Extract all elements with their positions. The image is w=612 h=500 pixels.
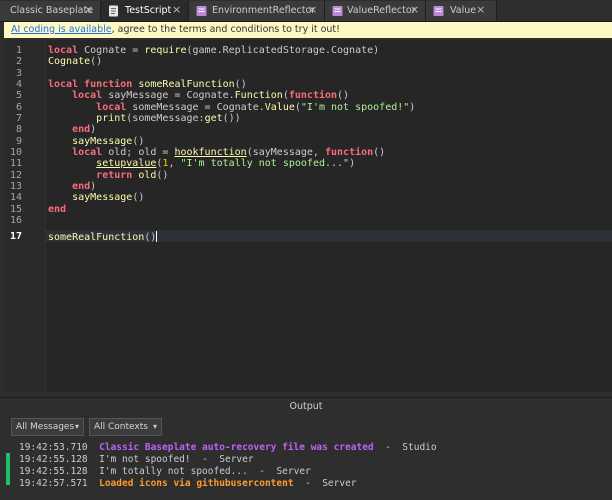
line-number-gutter: 1 2 3 4 5 6 7 8 9 10 11 12 13 14 15 16 1… xyxy=(4,40,46,392)
code-line: local sayMessage = Cognate.Function(func… xyxy=(72,90,350,101)
output-log[interactable]: 19:42:53.710 Classic Baseplate auto-reco… xyxy=(0,439,612,500)
log-entry[interactable]: 19:42:55.128 I'm totally not spoofed... … xyxy=(19,466,311,477)
line-number: 5 xyxy=(15,90,22,101)
tab-label: ValueReflector xyxy=(347,5,416,16)
log-entry[interactable]: 19:42:57.571 Loaded icons via githubuser… xyxy=(19,478,357,489)
tab-bar: Classic Baseplate × TestScript × Environ… xyxy=(0,0,612,22)
log-entry[interactable]: 19:42:53.710 Classic Baseplate auto-reco… xyxy=(19,442,437,453)
text-caret xyxy=(156,231,158,242)
code-line: end xyxy=(48,204,67,215)
code-line: print(someMessage:get()) xyxy=(96,113,241,124)
output-filter-bar: All Messages ▾ All Contexts ▾ xyxy=(0,416,612,438)
script-icon xyxy=(109,5,118,17)
code-line: return old() xyxy=(96,170,169,181)
line-number: 13 xyxy=(9,181,22,192)
close-icon[interactable]: × xyxy=(410,3,419,16)
tab-valuereflector[interactable]: ValueReflector × xyxy=(325,1,426,21)
close-icon[interactable]: × xyxy=(172,3,181,16)
line-number: 2 xyxy=(15,56,22,67)
tab-label: TestScript xyxy=(125,5,172,16)
code-line: local Cognate = require(game.ReplicatedS… xyxy=(48,45,380,56)
code-line: Cognate() xyxy=(48,56,103,67)
code-line: local someMessage = Cognate.Value("I'm n… xyxy=(96,102,416,113)
module-script-icon xyxy=(196,6,207,16)
log-entry[interactable]: 19:42:55.128 I'm not spoofed! - Server xyxy=(19,454,254,465)
code-line: end) xyxy=(72,181,97,192)
line-number: 1 xyxy=(15,45,22,56)
line-number: 6 xyxy=(15,102,22,113)
tab-label: Value xyxy=(450,5,477,16)
output-title: Output xyxy=(289,401,323,412)
tab-environmentreflector[interactable]: EnvironmentReflector × xyxy=(189,1,325,21)
tab-value[interactable]: Value × xyxy=(426,1,497,21)
code-line: sayMessage() xyxy=(72,136,145,147)
server-context-bar xyxy=(6,453,10,485)
module-script-icon xyxy=(433,6,444,16)
line-number: 16 xyxy=(9,215,22,226)
tab-classic-baseplate[interactable]: Classic Baseplate × xyxy=(0,1,101,21)
context-filter-label: All Contexts xyxy=(94,422,148,432)
context-filter-dropdown[interactable]: All Contexts ▾ xyxy=(89,418,162,436)
line-number: 15 xyxy=(9,204,22,215)
close-icon[interactable]: × xyxy=(308,3,317,16)
output-panel-header: Output xyxy=(0,397,612,417)
code-line: sayMessage() xyxy=(72,192,145,203)
banner-text: AI coding is available, agree to the ter… xyxy=(11,24,340,35)
code-line: local old; old = hookfunction(sayMessage… xyxy=(72,147,386,158)
line-number: 10 xyxy=(9,147,22,158)
line-number-current: 17 xyxy=(9,231,22,242)
code-line: someRealFunction() xyxy=(48,231,158,243)
ai-coding-link[interactable]: AI coding is available xyxy=(11,24,112,35)
code-line: end) xyxy=(72,124,97,135)
module-script-icon xyxy=(332,6,343,16)
line-number: 4 xyxy=(15,79,22,90)
tab-label: EnvironmentReflector xyxy=(212,5,316,16)
banner-rest-text: , agree to the terms and conditions to t… xyxy=(111,24,340,35)
script-editor[interactable]: 1 2 3 4 5 6 7 8 9 10 11 12 13 14 15 16 1… xyxy=(4,40,612,392)
code-line: local function someRealFunction() xyxy=(48,79,247,90)
line-number: 9 xyxy=(15,136,22,147)
chevron-down-icon: ▾ xyxy=(74,422,79,431)
code-line: setupvalue(1, "I'm totally not spoofed..… xyxy=(96,158,356,169)
close-icon[interactable]: × xyxy=(476,3,485,16)
tab-label: Classic Baseplate xyxy=(10,5,94,16)
line-number: 12 xyxy=(9,170,22,181)
message-filter-label: All Messages xyxy=(16,422,75,432)
line-number: 11 xyxy=(9,158,22,169)
tab-testscript[interactable]: TestScript × xyxy=(101,1,189,21)
line-number: 14 xyxy=(9,192,22,203)
close-icon[interactable]: × xyxy=(84,3,93,16)
chevron-down-icon: ▾ xyxy=(152,422,157,431)
ai-coding-banner: AI coding is available, agree to the ter… xyxy=(4,22,612,38)
line-number: 8 xyxy=(15,124,22,135)
line-number: 3 xyxy=(15,68,22,79)
line-number: 7 xyxy=(15,113,22,124)
message-filter-dropdown[interactable]: All Messages ▾ xyxy=(11,418,84,436)
